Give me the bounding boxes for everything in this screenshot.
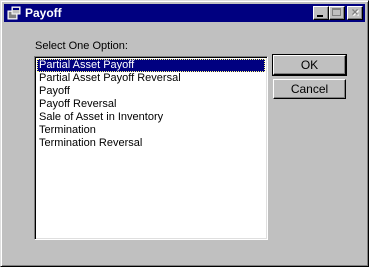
list-item[interactable]: Termination Reversal (37, 137, 265, 150)
list-item[interactable]: Partial Asset Payoff Reversal (37, 72, 265, 85)
window-title: Payoff (25, 6, 62, 20)
minimize-button[interactable] (313, 6, 329, 20)
close-icon: × (351, 5, 359, 19)
ok-button[interactable]: OK (272, 54, 347, 76)
select-option-label: Select One Option: (35, 40, 128, 52)
options-listbox[interactable]: Partial Asset Payoff Partial Asset Payoff… (34, 56, 268, 240)
maximize-button[interactable] (329, 6, 345, 20)
cancel-button[interactable]: Cancel (273, 79, 346, 99)
payoff-dialog-window: Payoff × Select One Option: Partial Asse… (0, 0, 369, 267)
list-item[interactable]: Termination (37, 124, 265, 137)
maximize-icon (332, 8, 341, 16)
list-item[interactable]: Sale of Asset in Inventory (37, 111, 265, 124)
close-button[interactable]: × (347, 5, 363, 20)
list-item[interactable]: Payoff (37, 85, 265, 98)
minimize-icon (317, 15, 323, 17)
list-item[interactable]: Partial Asset Payoff (37, 59, 265, 72)
title-bar[interactable]: Payoff × (4, 4, 365, 22)
list-item[interactable]: Payoff Reversal (37, 98, 265, 111)
app-icon (7, 6, 21, 20)
